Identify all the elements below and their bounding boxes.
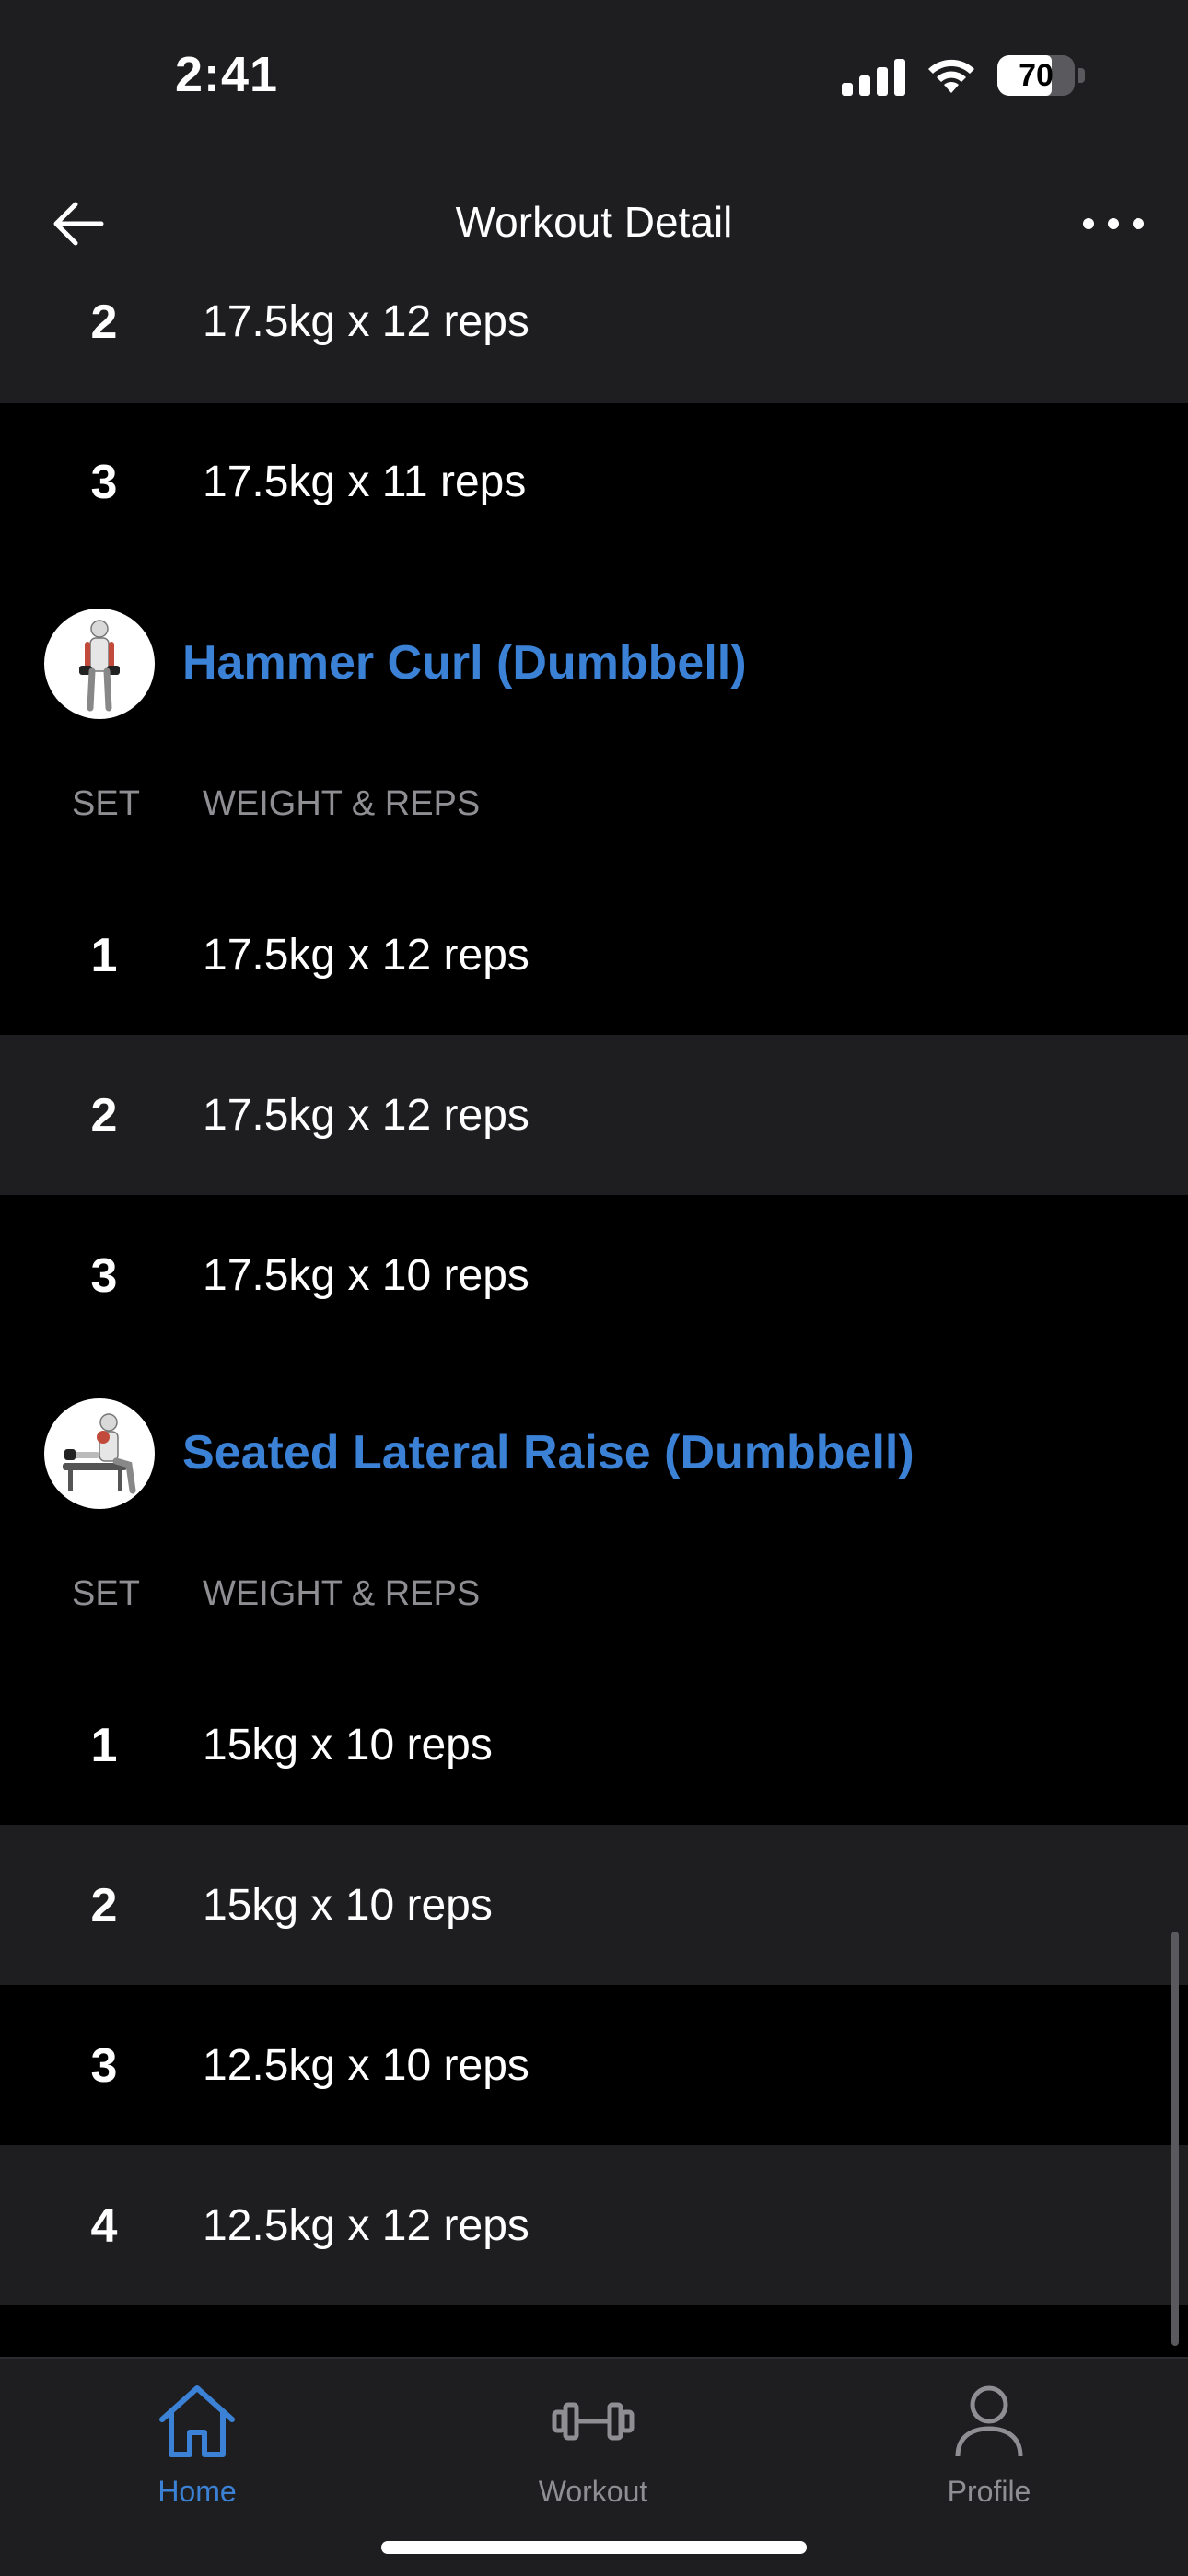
person-icon: [955, 2385, 1023, 2457]
set-weight-reps: 15kg x 10 reps: [203, 1881, 493, 1930]
set-weight-reps: 12.5kg x 10 reps: [203, 2041, 530, 2090]
battery-cap: [1078, 68, 1085, 83]
home-icon: [159, 2385, 235, 2457]
exercise-name-link[interactable]: Seated Lateral Raise (Dumbbell): [182, 1425, 914, 1480]
top-bar: 2:41 70 Workout Detail: [0, 0, 1188, 295]
more-dot-icon: [1083, 218, 1094, 229]
set-number: 3: [90, 2039, 118, 2093]
set-number: 1: [90, 929, 118, 982]
set-number: 2: [90, 1089, 118, 1143]
column-header: SET WEIGHT & REPS: [0, 784, 1188, 840]
page-title: Workout Detail: [455, 198, 733, 246]
dumbbell-icon: [552, 2402, 635, 2441]
set-row: 3 17.5kg x 11 reps: [0, 403, 1188, 563]
set-row: 1 15kg x 10 reps: [0, 1665, 1188, 1825]
set-number: 2: [90, 296, 118, 349]
exercise-thumbnail: [44, 609, 155, 719]
set-number: 2: [90, 1879, 118, 1932]
set-weight-reps: 17.5kg x 11 reps: [203, 458, 527, 506]
exercise-header[interactable]: Seated Lateral Raise (Dumbbell): [0, 1394, 1188, 1514]
home-indicator[interactable]: [381, 2541, 807, 2554]
more-dot-icon: [1133, 218, 1144, 229]
set-weight-reps: 17.5kg x 12 reps: [203, 1091, 530, 1140]
set-row: 3 17.5kg x 10 reps: [0, 1195, 1188, 1355]
weight-reps-column-label: WEIGHT & REPS: [203, 784, 481, 823]
battery-icon: 70: [997, 55, 1075, 96]
set-column-label: SET: [72, 1574, 140, 1613]
exercise-thumbnail: [44, 1398, 155, 1509]
battery-level: 70: [1019, 57, 1054, 93]
set-weight-reps: 17.5kg x 10 reps: [203, 1251, 530, 1300]
set-row: 2 17.5kg x 12 reps: [0, 1035, 1188, 1195]
wifi-icon: [928, 59, 974, 93]
set-weight-reps: 12.5kg x 12 reps: [203, 2201, 530, 2250]
set-weight-reps: 15kg x 10 reps: [203, 1721, 493, 1770]
column-header: SET WEIGHT & REPS: [0, 1574, 1188, 1630]
exercise-name-link[interactable]: Hammer Curl (Dumbbell): [182, 635, 747, 690]
set-weight-reps: 17.5kg x 12 reps: [203, 297, 530, 346]
status-time: 2:41: [175, 47, 279, 102]
more-dot-icon: [1108, 218, 1119, 229]
exercise-figure-icon: [79, 620, 120, 712]
set-row: 3 12.5kg x 10 reps: [0, 1985, 1188, 2145]
set-number: 3: [90, 456, 118, 509]
set-row: 4 12.5kg x 12 reps: [0, 2145, 1188, 2305]
exercise-header[interactable]: Hammer Curl (Dumbbell): [0, 604, 1188, 724]
tab-label: Workout: [538, 2475, 648, 2508]
scrollbar[interactable]: [1171, 1932, 1179, 2346]
cellular-signal-icon: [842, 55, 905, 96]
more-options-button[interactable]: [1083, 199, 1144, 249]
weight-reps-column-label: WEIGHT & REPS: [203, 1574, 481, 1613]
set-row: 2 15kg x 10 reps: [0, 1825, 1188, 1985]
set-weight-reps: 17.5kg x 12 reps: [203, 931, 530, 980]
tab-label: Home: [157, 2475, 237, 2508]
set-number: 3: [90, 1249, 118, 1303]
set-row: 1 17.5kg x 12 reps: [0, 875, 1188, 1035]
exercise-figure-icon: [63, 1413, 136, 1494]
tab-workout[interactable]: Workout: [492, 2377, 694, 2509]
tab-profile[interactable]: Profile: [888, 2377, 1090, 2509]
tab-label: Profile: [947, 2475, 1031, 2508]
set-number: 1: [90, 1719, 118, 1772]
status-icons: 70: [842, 55, 1085, 96]
tab-home[interactable]: Home: [96, 2377, 298, 2509]
set-number: 4: [90, 2199, 118, 2253]
set-column-label: SET: [72, 784, 140, 823]
